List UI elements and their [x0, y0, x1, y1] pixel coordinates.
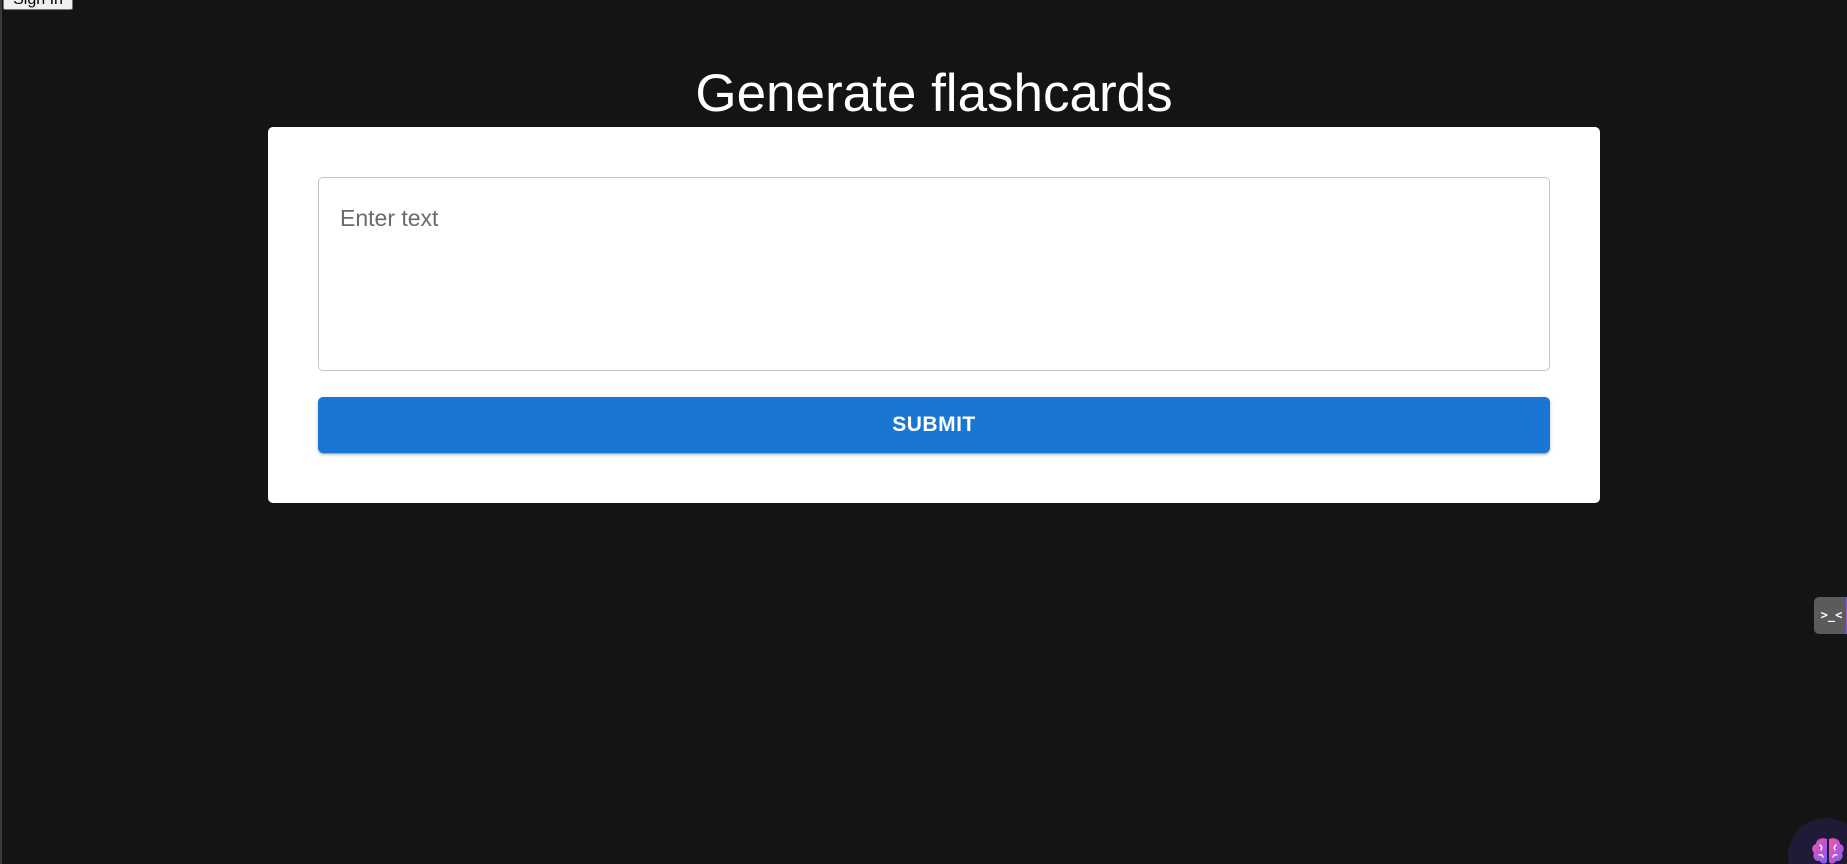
brain-extension-button[interactable]	[1788, 818, 1847, 864]
brain-icon	[1812, 838, 1844, 864]
flashcard-form-card: Submit	[268, 127, 1600, 503]
submit-button[interactable]: Submit	[318, 397, 1550, 453]
text-input[interactable]	[318, 177, 1550, 371]
page-title: Generate flashcards	[695, 64, 1173, 123]
sign-in-button[interactable]: Sign In	[3, 0, 73, 10]
extension-tab[interactable]: >_<	[1814, 597, 1847, 634]
page: Sign In Generate flashcards Submit >_<	[0, 0, 1847, 864]
